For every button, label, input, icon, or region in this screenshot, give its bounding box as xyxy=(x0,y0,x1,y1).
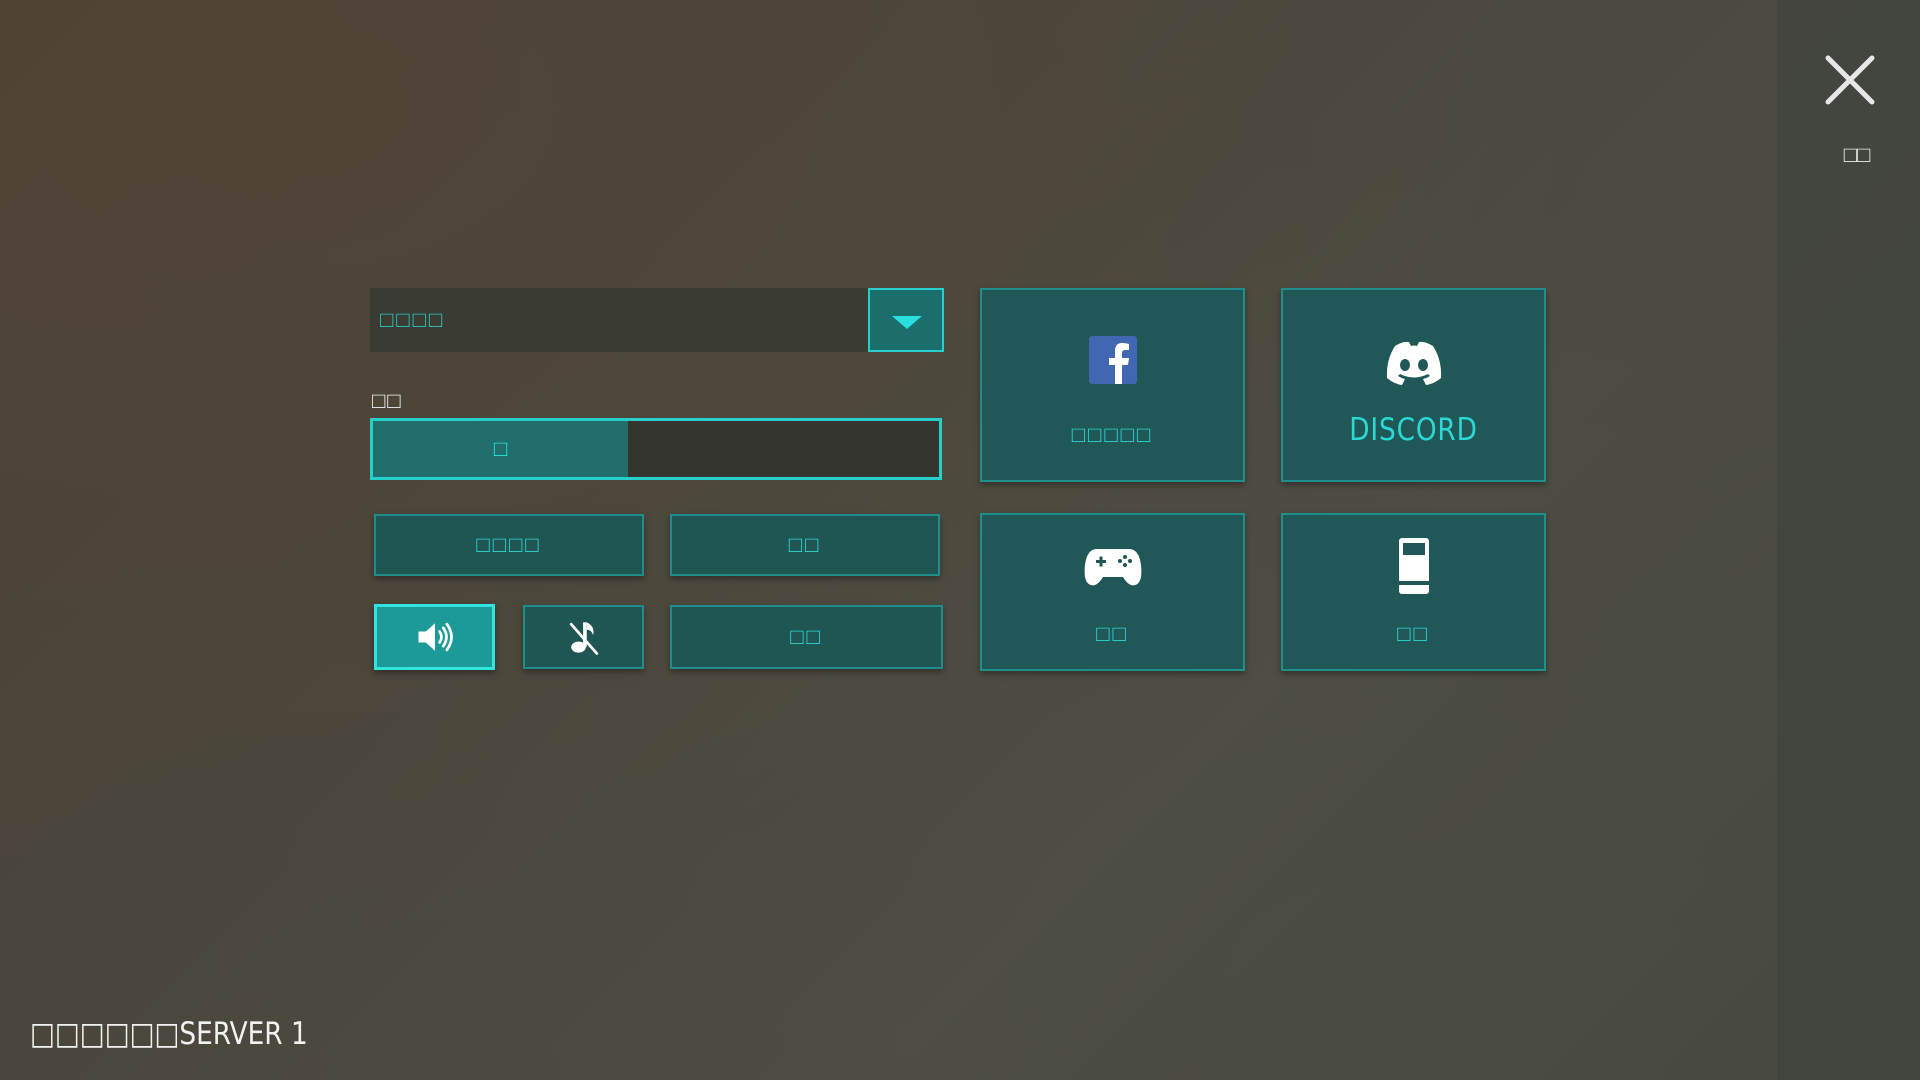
discord-icon xyxy=(1386,341,1441,385)
phone-tile-label: □□ xyxy=(1397,621,1430,646)
games-tile-label: □□ xyxy=(1096,621,1129,646)
slider-value: □ xyxy=(493,436,508,461)
server-name: □□□□□□SERVER 1 xyxy=(30,1016,308,1052)
option-button-c-label: □□ xyxy=(790,624,823,649)
phone-icon xyxy=(1398,538,1429,594)
server-dropdown[interactable]: □□□□ xyxy=(370,288,944,352)
option-button-b-label: □□ xyxy=(788,532,822,557)
slider-label: □□ xyxy=(372,388,403,413)
volume-slider[interactable]: □ xyxy=(370,418,942,480)
side-label: □□ xyxy=(1843,142,1871,167)
music-off-icon xyxy=(569,622,598,655)
phone-tile[interactable]: □□ xyxy=(1281,513,1546,671)
close-button[interactable] xyxy=(1822,52,1878,108)
option-button-a-label: □□□□ xyxy=(476,532,542,557)
right-side-panel: □□ xyxy=(1777,0,1920,1080)
games-tile[interactable]: □□ xyxy=(980,513,1245,671)
dropdown-value: □□□□ xyxy=(380,307,446,332)
option-button-b[interactable]: □□ xyxy=(670,514,940,576)
discord-tile-label: DISCORD xyxy=(1349,412,1478,448)
music-off-button[interactable] xyxy=(523,605,644,669)
sound-on-button[interactable] xyxy=(374,604,495,670)
option-button-a[interactable]: □□□□ xyxy=(374,514,644,576)
gamepad-icon xyxy=(1084,549,1141,586)
facebook-tile[interactable]: □□□□□ xyxy=(980,288,1245,482)
option-button-c[interactable]: □□ xyxy=(670,605,943,669)
facebook-tile-label: □□□□□ xyxy=(1071,422,1154,447)
facebook-icon xyxy=(1088,336,1137,384)
discord-tile[interactable]: DISCORD xyxy=(1281,288,1546,482)
close-icon xyxy=(1825,55,1875,105)
chevron-down-icon[interactable] xyxy=(868,288,944,352)
speaker-icon xyxy=(418,622,453,652)
